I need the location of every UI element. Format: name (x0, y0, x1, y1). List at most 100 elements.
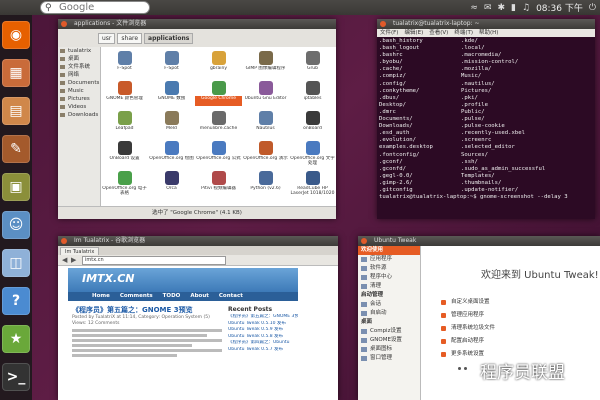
help-icon[interactable]: ? (2, 287, 30, 315)
window-titlebar[interactable]: tualatrix@tualatrix-laptop: ~ (377, 19, 595, 29)
app-icon-item[interactable]: Leafpad (101, 109, 148, 138)
sidebar-item[interactable]: tualatrix (58, 47, 100, 55)
sidebar-item[interactable]: 桌面 (58, 55, 100, 63)
app-icon-item[interactable]: OnBoard 设置 (101, 139, 148, 168)
app-icon-item[interactable]: Google Chrome (195, 79, 242, 108)
app-icon-item[interactable]: gbrainy (195, 49, 242, 78)
community-icon[interactable]: ☺ (2, 211, 30, 239)
battery-icon[interactable]: ▮ (511, 3, 516, 13)
sidebar-item[interactable]: Music (58, 87, 100, 95)
search-box[interactable]: ⚲ (40, 1, 150, 14)
close-icon[interactable] (361, 238, 367, 244)
site-nav-link[interactable]: Home (92, 292, 110, 301)
app-icon-item[interactable]: Nautilus (242, 109, 289, 138)
bluetooth-icon[interactable]: ✱ (497, 3, 505, 13)
sidebar-item[interactable]: 程序中心 (358, 273, 420, 282)
close-icon[interactable] (380, 21, 386, 27)
post-title[interactable]: 《程序员》第五篇之：GNOME 3预览 (72, 306, 222, 315)
sidebar-item[interactable]: Downloads (58, 111, 100, 119)
app-icon-item[interactable]: Pitivi 视频编辑器 (195, 169, 242, 198)
clock[interactable]: 08:36 下午 (536, 1, 583, 14)
close-icon[interactable] (61, 21, 67, 27)
disk-icon[interactable]: ◫ (2, 249, 30, 277)
sidebar-item[interactable]: 软件源 (358, 264, 420, 273)
app-icon-item[interactable]: OpenOffice.org 绘图 (148, 139, 195, 168)
site-nav-link[interactable]: Comments (120, 292, 153, 301)
power-icon[interactable]: ⏻ (589, 3, 596, 13)
apps-icon[interactable]: ▣ (2, 173, 30, 201)
app-icon-item[interactable]: F-Spot (101, 49, 148, 78)
menu-item[interactable]: 文件(F) (380, 29, 398, 37)
app-icon-item[interactable]: Grub (289, 49, 336, 78)
sidebar-item[interactable]: GNOME设置 (358, 336, 420, 345)
sidebar-category[interactable]: 桌面 (358, 318, 420, 327)
menu-item[interactable]: 编辑(E) (404, 29, 423, 37)
window-titlebar[interactable]: Ubuntu Tweak (358, 236, 600, 246)
forward-icon[interactable]: ▶ (71, 256, 76, 264)
url-bar[interactable]: imtx.cn (82, 256, 226, 265)
path-segment[interactable]: share (117, 33, 143, 44)
files-icon[interactable]: ▤ (2, 97, 30, 125)
window-titlebar[interactable]: applications - 文件浏览器 (58, 19, 336, 29)
terminal-output[interactable]: .bash_history .kde/.bash_logout .local/.ba… (379, 38, 593, 219)
app-icon-item[interactable]: OpenOffice.org 演示 (242, 139, 289, 168)
sidebar-item[interactable]: 窗口管理 (358, 354, 420, 363)
terminal-line: Desktop/ .profile (379, 102, 593, 109)
recent-post-link[interactable]: 《程序员》第五篇之：GNOME 3预览 (228, 314, 298, 321)
app-icon-item[interactable]: F-Spot (148, 49, 195, 78)
browser-window[interactable]: Im Tualatrix - 谷歌浏览器 Im Tualatrix ◀ ▶ im… (58, 236, 338, 400)
sidebar-item[interactable]: 会话 (358, 300, 420, 309)
terminal-icon[interactable]: >_ (2, 363, 30, 391)
recent-post-link[interactable]: 《程序员》第四篇之：Ubuntu (228, 340, 298, 347)
sidebar-item[interactable]: Documents (58, 79, 100, 87)
app-icon-item[interactable]: Ubuntu Gnu Editor (242, 79, 289, 108)
sidebar-item[interactable]: Videos (58, 103, 100, 111)
back-icon[interactable]: ◀ (62, 256, 67, 264)
recent-post-link[interactable]: Ubuntu Tweak 0.5.7 发布 (228, 347, 298, 354)
sidebar-item[interactable]: 网络 (58, 71, 100, 79)
firefox-icon[interactable]: ◉ (2, 21, 30, 49)
app-icon-item[interactable]: ReadCube HP LaserJet 1018/1020 (289, 169, 336, 198)
sidebar-item[interactable]: Pictures (58, 95, 100, 103)
menu-item[interactable]: 帮助(H) (479, 29, 498, 37)
search-input[interactable] (59, 2, 147, 13)
volume-icon[interactable]: ♫ (522, 3, 530, 13)
sidebar-category[interactable]: 启动管理 (358, 291, 420, 300)
app-icon-item[interactable]: iptables (289, 79, 336, 108)
sidebar-item[interactable]: 清理 (358, 282, 420, 291)
sidebar-category[interactable]: 欢迎使用 (358, 246, 420, 255)
site-logo[interactable]: IMTX.CN (82, 272, 134, 285)
site-nav-link[interactable]: Contact (219, 292, 243, 301)
app-icon-item[interactable]: onBoard (289, 109, 336, 138)
menu-item[interactable]: 查看(V) (429, 29, 448, 37)
app-icon-item[interactable]: Python (v2.6) (242, 169, 289, 198)
sidebar-item[interactable]: 文件系统 (58, 63, 100, 71)
file-manager-window[interactable]: applications - 文件浏览器 usr share application… (58, 19, 336, 219)
window-titlebar[interactable]: Im Tualatrix - 谷歌浏览器 (58, 236, 338, 246)
site-nav-link[interactable]: About (190, 292, 209, 301)
app-icon-item[interactable]: GNOME 数独 (148, 79, 195, 108)
app-icon-item[interactable]: OpenOffice.org 电子表格 (101, 169, 148, 198)
path-segment[interactable]: applications (144, 33, 194, 44)
software-center-icon[interactable]: ★ (2, 325, 30, 353)
app-icon-item[interactable]: GIMP 图像编辑程序 (242, 49, 289, 78)
terminal-window[interactable]: tualatrix@tualatrix-laptop: ~ 文件(F) 编辑(E)… (377, 19, 595, 219)
sidebar-item[interactable]: 桌面图标 (358, 345, 420, 354)
sidebar-item[interactable]: 自启动 (358, 309, 420, 318)
app-icon-item[interactable]: Orca (148, 169, 195, 198)
app-icon-item[interactable]: GNOME 颜色管理 (101, 79, 148, 108)
mail-icon[interactable]: ✉ (484, 3, 492, 13)
close-icon[interactable] (61, 238, 67, 244)
app-icon-item[interactable]: menulibre.cache (195, 109, 242, 138)
app-icon-item[interactable]: Meld (148, 109, 195, 138)
folder-icon[interactable]: ▦ (2, 59, 30, 87)
sidebar-item[interactable]: 应用程序 (358, 255, 420, 264)
notes-icon[interactable]: ✎ (2, 135, 30, 163)
network-icon[interactable]: ≈ (470, 3, 478, 13)
app-icon-item[interactable]: OpenOffice.org 文字处理 (289, 139, 336, 168)
site-nav-link[interactable]: TODO (163, 292, 181, 301)
sidebar-item[interactable]: Compiz设置 (358, 327, 420, 336)
path-segment[interactable]: usr (98, 33, 116, 44)
app-icon-item[interactable]: OpenOffice.org 公式 (195, 139, 242, 168)
menu-item[interactable]: 终端(T) (454, 29, 473, 37)
